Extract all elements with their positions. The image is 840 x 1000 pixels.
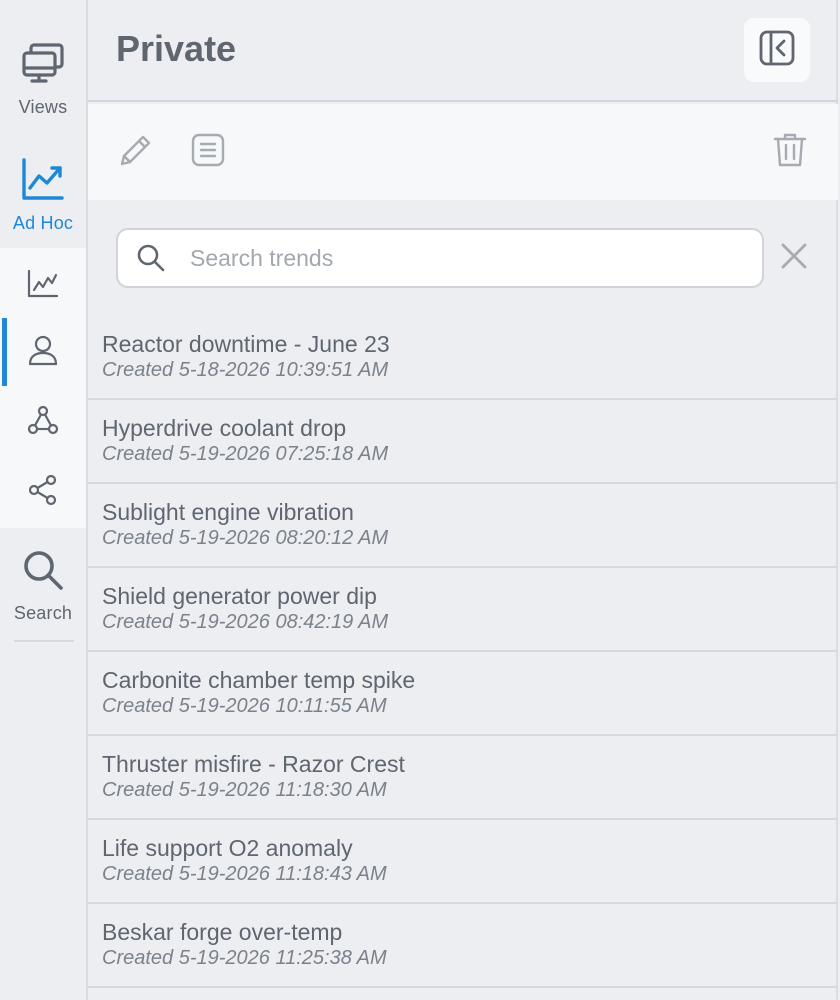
rail-divider bbox=[14, 640, 74, 642]
document-icon bbox=[191, 133, 225, 172]
sub-item-trends[interactable] bbox=[0, 252, 86, 320]
trend-chart-icon bbox=[27, 269, 59, 304]
list-item[interactable]: Carbonite chamber temp spike Created 5-19… bbox=[88, 652, 838, 736]
trend-created-timestamp: Created 5-19-2026 11:18:43 AM bbox=[102, 863, 387, 885]
views-button[interactable]: Views bbox=[0, 40, 86, 118]
sub-item-shared[interactable] bbox=[0, 458, 86, 526]
adhoc-label: Ad Hoc bbox=[12, 213, 74, 233]
pencil-icon bbox=[118, 132, 154, 173]
list-item[interactable]: Sublight engine vibration Created 5-19-20… bbox=[88, 484, 838, 568]
trend-created-timestamp: Created 5-19-2026 11:18:30 AM bbox=[102, 779, 387, 801]
search-rail-button[interactable]: Search bbox=[0, 548, 86, 624]
list-item[interactable]: Thruster misfire - Razor Crest Created 5-… bbox=[88, 736, 838, 820]
trend-name: Thruster misfire - Razor Crest bbox=[102, 751, 405, 777]
list-item[interactable]: Reactor downtime - June 23 Created 5-18-2… bbox=[88, 316, 838, 400]
close-icon bbox=[780, 242, 808, 275]
trend-created-timestamp: Created 5-18-2026 10:39:51 AM bbox=[102, 359, 389, 381]
details-button[interactable] bbox=[188, 132, 228, 172]
edit-button[interactable] bbox=[116, 132, 156, 172]
list-item[interactable]: Life support O2 anomaly Created 5-19-2026… bbox=[88, 820, 838, 904]
trend-name: Hyperdrive coolant drop bbox=[102, 415, 347, 441]
search-input[interactable] bbox=[188, 240, 748, 276]
group-icon bbox=[27, 404, 59, 441]
line-chart-icon bbox=[20, 156, 66, 207]
trend-created-timestamp: Created 5-19-2026 08:20:12 AM bbox=[102, 527, 389, 549]
adhoc-button[interactable]: Ad Hoc bbox=[0, 156, 86, 234]
trend-name: Carbonite chamber temp spike bbox=[102, 667, 416, 693]
page-title: Private bbox=[116, 28, 237, 69]
monitor-icon bbox=[20, 40, 66, 91]
trash-icon bbox=[773, 132, 807, 173]
trend-name: Reactor downtime - June 23 bbox=[102, 331, 390, 357]
trend-name: Life support O2 anomaly bbox=[102, 835, 353, 861]
trend-list: Reactor downtime - June 23 Created 5-18-2… bbox=[88, 316, 838, 988]
sub-item-shared-group[interactable] bbox=[0, 388, 86, 456]
left-rail: Views Ad Hoc Search bbox=[0, 0, 88, 1000]
trend-name: Shield generator power dip bbox=[102, 583, 377, 609]
search-box bbox=[116, 228, 764, 288]
list-item[interactable]: Hyperdrive coolant drop Created 5-19-2026… bbox=[88, 400, 838, 484]
trend-created-timestamp: Created 5-19-2026 08:42:19 AM bbox=[102, 611, 389, 633]
trend-created-timestamp: Created 5-19-2026 11:25:38 AM bbox=[102, 947, 387, 969]
collapse-left-icon bbox=[759, 30, 795, 71]
panel-header: Private bbox=[88, 0, 838, 102]
list-item[interactable]: Beskar forge over-temp Created 5-19-2026 … bbox=[88, 904, 838, 988]
trend-name: Beskar forge over-temp bbox=[102, 919, 343, 945]
trend-panel: Private Search trends Reactor downtime -… bbox=[88, 0, 838, 1000]
adhoc-submenu bbox=[0, 248, 86, 528]
toolbar bbox=[88, 104, 838, 200]
trend-created-timestamp: Created 5-19-2026 07:25:18 AM bbox=[102, 443, 389, 465]
views-label: Views bbox=[18, 97, 68, 117]
app-root: Views Ad Hoc Search Private Search trend… bbox=[0, 0, 840, 1000]
delete-button[interactable] bbox=[770, 132, 810, 172]
clear-search-button[interactable] bbox=[776, 240, 812, 276]
share-icon bbox=[28, 474, 58, 511]
search-icon bbox=[136, 243, 166, 278]
collapse-panel-button[interactable] bbox=[744, 18, 810, 82]
trend-name: Sublight engine vibration bbox=[102, 499, 354, 525]
search-rail-label: Search bbox=[13, 603, 73, 623]
user-icon bbox=[27, 334, 59, 371]
sub-item-private[interactable] bbox=[0, 318, 86, 386]
magnifier-icon bbox=[21, 548, 65, 597]
list-item[interactable]: Shield generator power dip Created 5-19-2… bbox=[88, 568, 838, 652]
trend-created-timestamp: Created 5-19-2026 10:11:55 AM bbox=[102, 695, 387, 717]
